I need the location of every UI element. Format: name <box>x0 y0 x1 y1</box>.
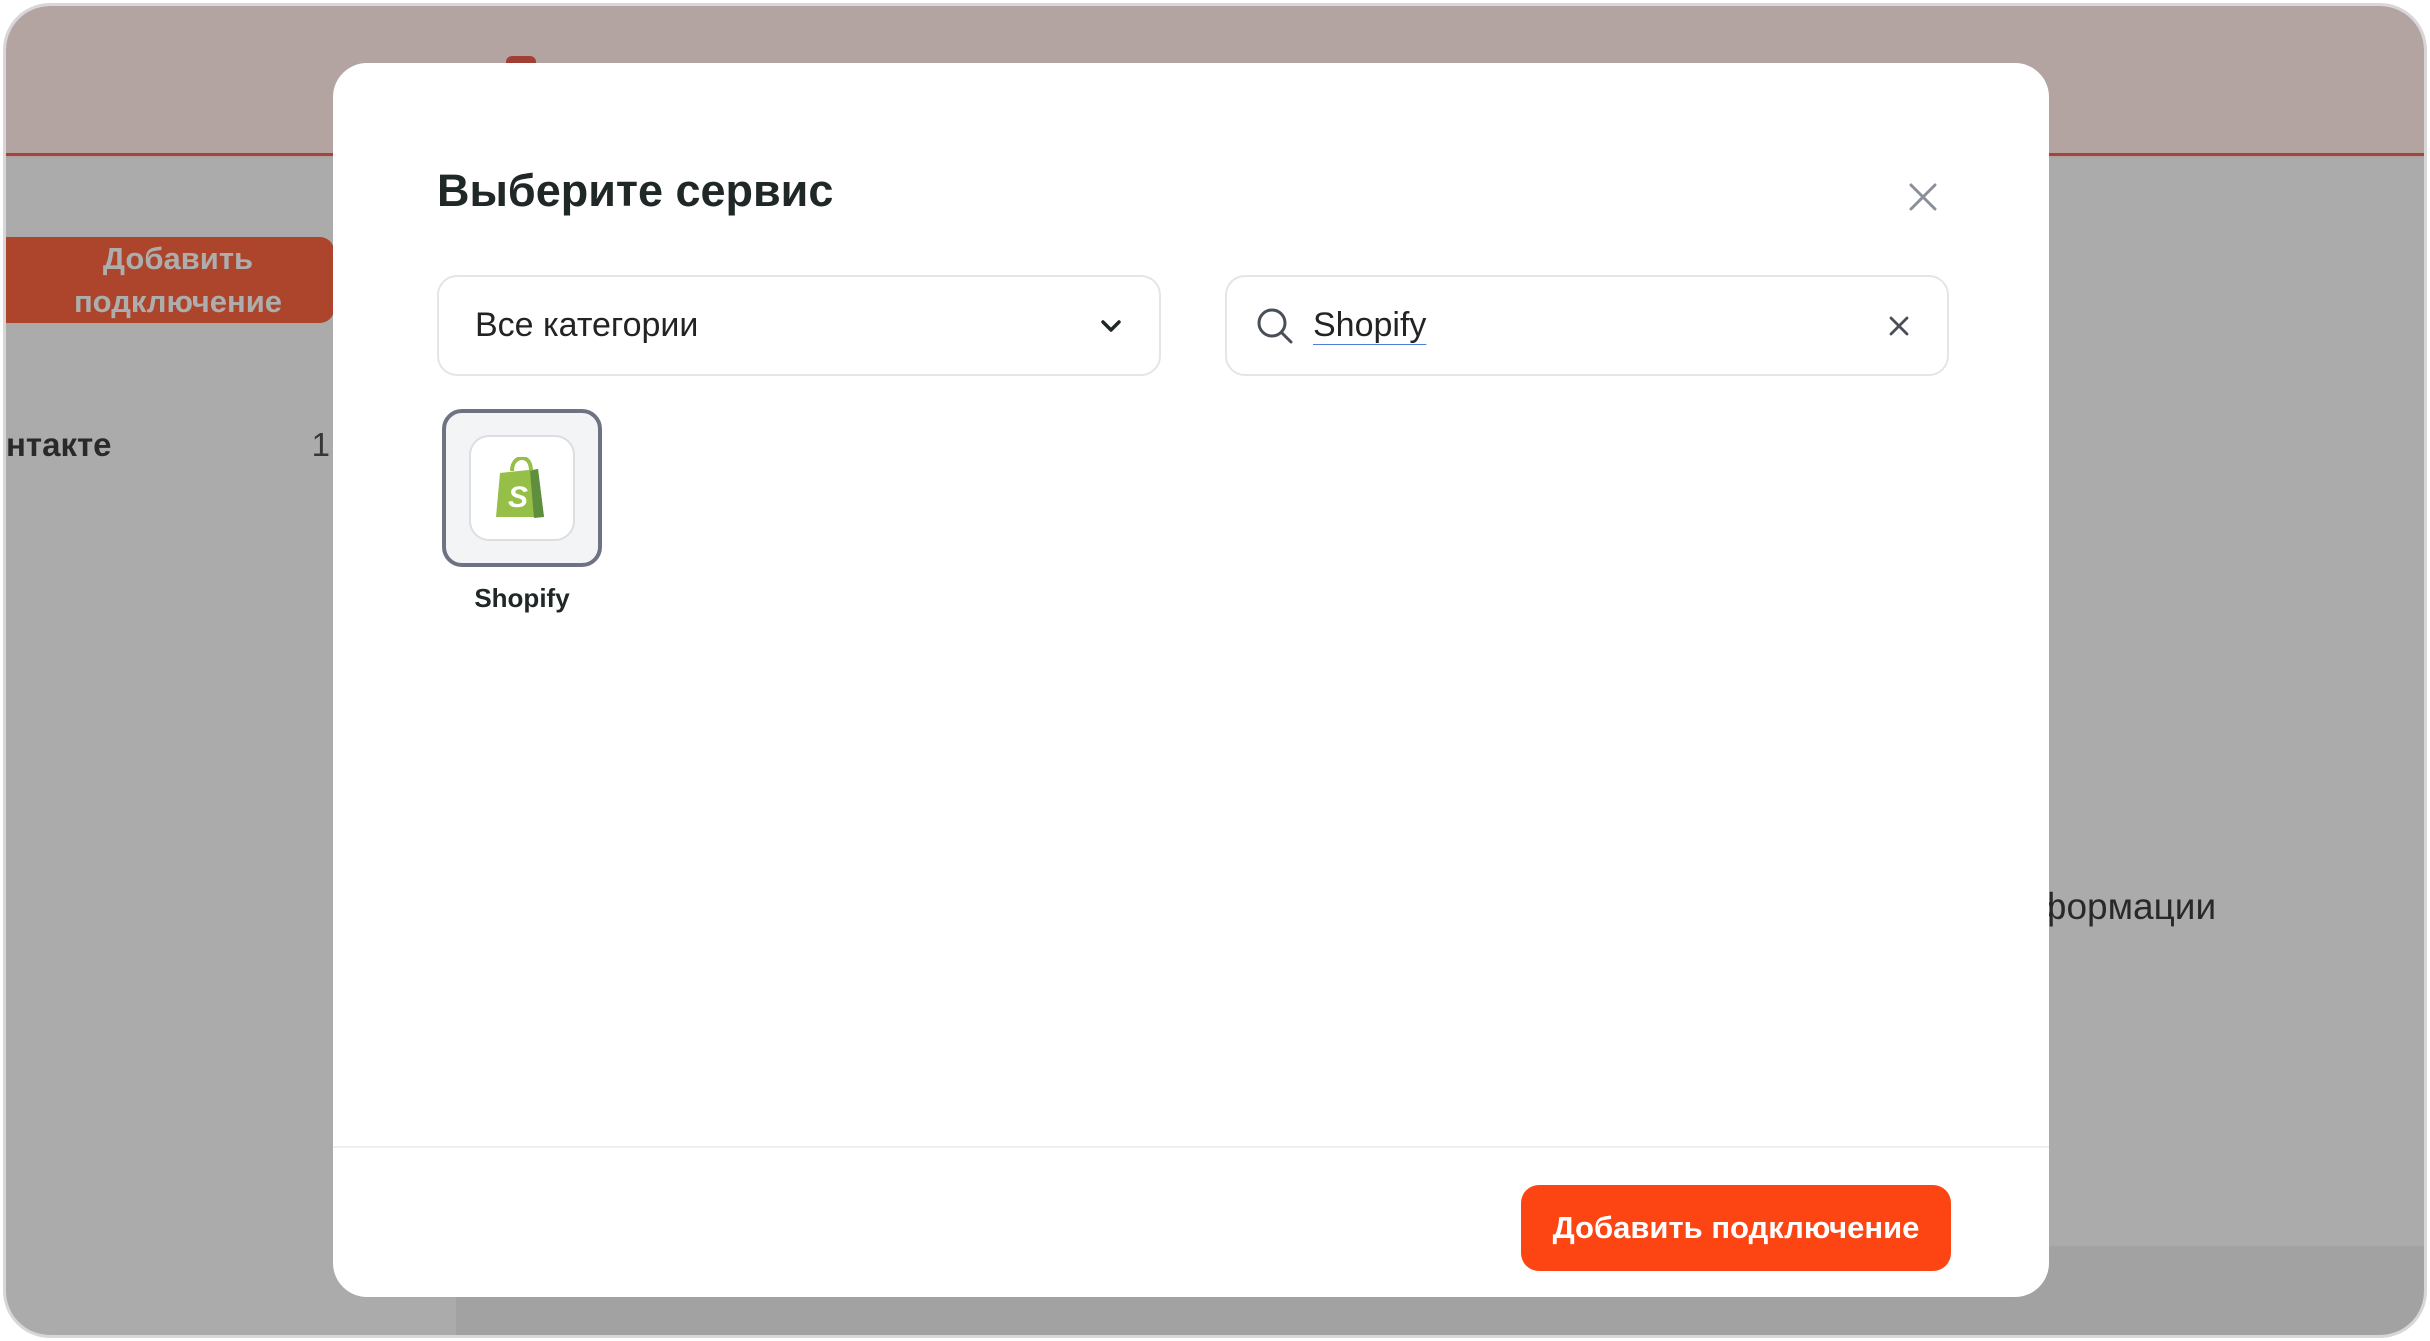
chevron-down-icon <box>1101 319 1121 332</box>
modal-footer: Добавить подключение <box>333 1146 2049 1297</box>
svg-text:S: S <box>508 481 528 514</box>
app-window: Добавить подключение нтакте 1 формации В… <box>6 6 2424 1335</box>
close-icon <box>1909 183 1937 211</box>
search-box <box>1225 275 1949 376</box>
service-tile-label: Shopify <box>474 583 570 613</box>
search-icon <box>1257 308 1293 343</box>
close-button[interactable] <box>1901 175 1945 219</box>
category-select[interactable]: Все категории <box>437 275 1161 376</box>
search-input[interactable] <box>1313 306 1875 345</box>
modal-title: Выберите сервис <box>437 165 834 216</box>
search-clear-button[interactable] <box>1875 302 1923 350</box>
select-service-modal: Выберите сервис Все категории Shopify S … <box>333 63 2049 1297</box>
service-tile-shopify[interactable]: S Shopify <box>442 409 602 641</box>
add-connection-button[interactable]: Добавить подключение <box>1521 1185 1951 1271</box>
shopify-bag-icon: S <box>496 457 544 518</box>
category-select-value: Все категории <box>475 306 699 344</box>
service-tile-frame: S <box>442 409 602 567</box>
service-logo: S <box>469 435 575 541</box>
clear-icon <box>1889 316 1909 335</box>
